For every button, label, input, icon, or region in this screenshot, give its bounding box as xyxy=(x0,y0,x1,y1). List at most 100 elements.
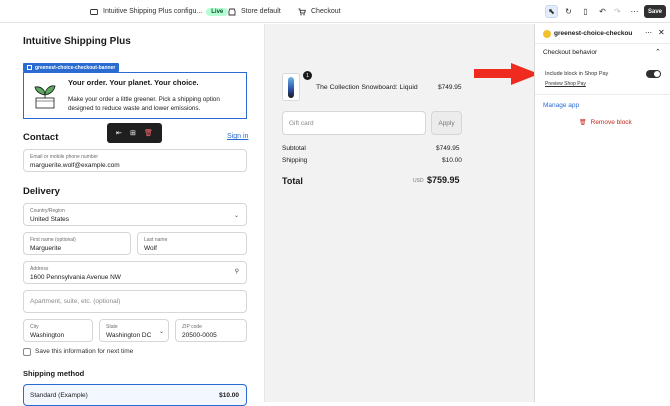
panel-header: greenest-choice-checkou ⋯ ✕ xyxy=(535,24,670,44)
gift-card-input[interactable]: Gift card xyxy=(282,111,426,135)
editor-top-bar: Intuitive Shipping Plus configu... Live … xyxy=(0,0,670,23)
apartment-field[interactable]: Apartment, suite, etc. (optional) xyxy=(23,290,247,313)
manage-app-link[interactable]: Manage app xyxy=(543,102,579,109)
total-value: $759.95 xyxy=(427,175,460,185)
panel-title: greenest-choice-checkou xyxy=(554,30,632,37)
banner-heading: Your order. Your planet. Your choice. xyxy=(68,78,199,87)
address-label: Address xyxy=(30,266,49,272)
search-icon: ⚲ xyxy=(234,269,239,275)
preview-shop-pay-link[interactable]: Preview Shop Pay xyxy=(545,81,586,87)
email-value: marguerite.wolf@example.com xyxy=(30,162,120,169)
save-info-checkbox[interactable] xyxy=(23,348,31,356)
first-name-field[interactable]: First name (optional) Marguerite xyxy=(23,232,131,255)
product-thumbnail xyxy=(282,73,300,101)
device-button[interactable]: ▯ xyxy=(579,5,592,18)
block-tag: greenest-choice-checkout-banner xyxy=(23,63,120,72)
total-label: Total xyxy=(282,176,303,186)
address-field[interactable]: Address 1600 Pennsylvania Avenue NW ⚲ xyxy=(23,261,247,284)
block-icon xyxy=(27,65,32,70)
block-toolbar: ⇤ ⊞ 🗑 xyxy=(107,123,162,143)
last-name-field[interactable]: Last name Wolf xyxy=(137,232,247,255)
trash-icon[interactable]: 🗑 xyxy=(144,129,153,137)
store-selector[interactable]: Store default xyxy=(228,0,281,23)
store-label: Store default xyxy=(241,8,281,15)
city-field[interactable]: City Washington xyxy=(23,319,93,342)
save-info-label: Save this information for next time xyxy=(35,348,134,355)
app-icon xyxy=(90,8,98,16)
currency-code: USD xyxy=(413,178,424,184)
last-name-label: Last name xyxy=(144,237,168,243)
annotation-arrow-shaft xyxy=(474,69,514,78)
redo-button[interactable]: ↷ xyxy=(611,5,624,18)
page-selector[interactable]: Checkout xyxy=(298,0,341,23)
chevron-down-icon: ⌄ xyxy=(233,213,239,219)
country-select[interactable]: Country/Region United States ⌄ xyxy=(23,203,247,226)
banner-body: Make your order a little greener. Pick a… xyxy=(68,96,220,112)
cursor-icon: ⬉ xyxy=(548,7,555,16)
undo-button[interactable]: ↶ xyxy=(596,5,609,18)
cart-icon xyxy=(298,8,306,16)
checkout-behavior-heading: Checkout behavior xyxy=(543,49,598,56)
state-value: Washington DC xyxy=(106,332,152,339)
trash-icon: 🗑 xyxy=(579,120,587,126)
redo-icon: ↷ xyxy=(614,7,621,16)
delivery-heading: Delivery xyxy=(23,186,60,197)
more-icon: ⋯ xyxy=(630,7,639,16)
preview-button[interactable]: ↻ xyxy=(562,5,575,18)
state-select[interactable]: State Washington DC ⌄ xyxy=(99,319,169,342)
first-name-label: First name (optional) xyxy=(30,237,76,243)
address-value: 1600 Pennsylvania Avenue NW xyxy=(30,274,121,281)
zip-label: ZIP code xyxy=(182,324,202,330)
app-block-icon xyxy=(543,30,551,38)
mobile-icon: ▯ xyxy=(583,7,588,16)
live-badge: Live xyxy=(206,7,229,16)
greenest-choice-banner[interactable]: Your order. Your planet. Your choice. Ma… xyxy=(23,72,247,119)
shipping-option-name: Standard (Example) xyxy=(30,392,88,399)
apartment-placeholder: Apartment, suite, etc. (optional) xyxy=(30,298,121,305)
state-label: State xyxy=(106,324,118,330)
chevron-up-icon[interactable]: ⌃ xyxy=(655,48,661,56)
city-value: Washington xyxy=(30,332,65,339)
shipping-option-price: $10.00 xyxy=(219,392,239,399)
insert-block-icon[interactable]: ⊞ xyxy=(130,129,136,137)
gift-card-placeholder: Gift card xyxy=(289,120,314,127)
quantity-badge: 1 xyxy=(303,71,312,80)
close-icon[interactable]: ✕ xyxy=(658,28,665,37)
sign-in-link[interactable]: Sign in xyxy=(227,133,248,140)
block-settings-panel: greenest-choice-checkou ⋯ ✕ Checkout beh… xyxy=(534,24,670,402)
subtotal-value: $749.95 xyxy=(436,145,460,152)
shipping-heading: Shipping method xyxy=(23,369,85,378)
shipping-value: $10.00 xyxy=(442,157,462,164)
email-field[interactable]: Email or mobile phone number marguerite.… xyxy=(23,149,247,172)
remove-block-label: Remove block xyxy=(590,119,632,126)
save-button[interactable]: Save xyxy=(644,5,666,18)
subtotal-label: Subtotal xyxy=(282,145,306,152)
align-icon[interactable]: ⇤ xyxy=(116,129,122,137)
zip-value: 20500-0005 xyxy=(182,332,217,339)
apply-button[interactable]: Apply xyxy=(431,111,462,135)
shop-title: Intuitive Shipping Plus xyxy=(23,36,131,47)
first-name-value: Marguerite xyxy=(30,245,62,252)
app-title: Intuitive Shipping Plus configu... xyxy=(103,8,203,15)
snowboard-image xyxy=(288,77,294,98)
store-icon xyxy=(228,8,236,16)
shipping-option[interactable]: Standard (Example) $10.00 xyxy=(23,384,247,406)
product-price: $749.95 xyxy=(438,84,462,91)
chevron-down-icon: ⌄ xyxy=(158,329,164,335)
country-value: United States xyxy=(30,216,70,223)
more-button[interactable]: ⋯ xyxy=(628,5,641,18)
shop-pay-toggle[interactable] xyxy=(646,70,661,78)
remove-block-button[interactable]: 🗑 Remove block xyxy=(579,119,632,126)
plant-box-icon xyxy=(32,81,58,114)
divider xyxy=(535,94,670,95)
inspector-button[interactable]: ⬉ xyxy=(545,5,558,18)
contact-heading: Contact xyxy=(23,132,59,143)
more-icon[interactable]: ⋯ xyxy=(645,29,652,37)
order-summary xyxy=(264,24,534,402)
block-tag-label: greenest-choice-checkout-banner xyxy=(35,64,116,71)
zip-field[interactable]: ZIP code 20500-0005 xyxy=(175,319,247,342)
country-label: Country/Region xyxy=(30,208,65,214)
app-selector[interactable]: Intuitive Shipping Plus configu... Live xyxy=(90,0,229,23)
last-name-value: Wolf xyxy=(144,245,157,252)
city-label: City xyxy=(30,324,39,330)
